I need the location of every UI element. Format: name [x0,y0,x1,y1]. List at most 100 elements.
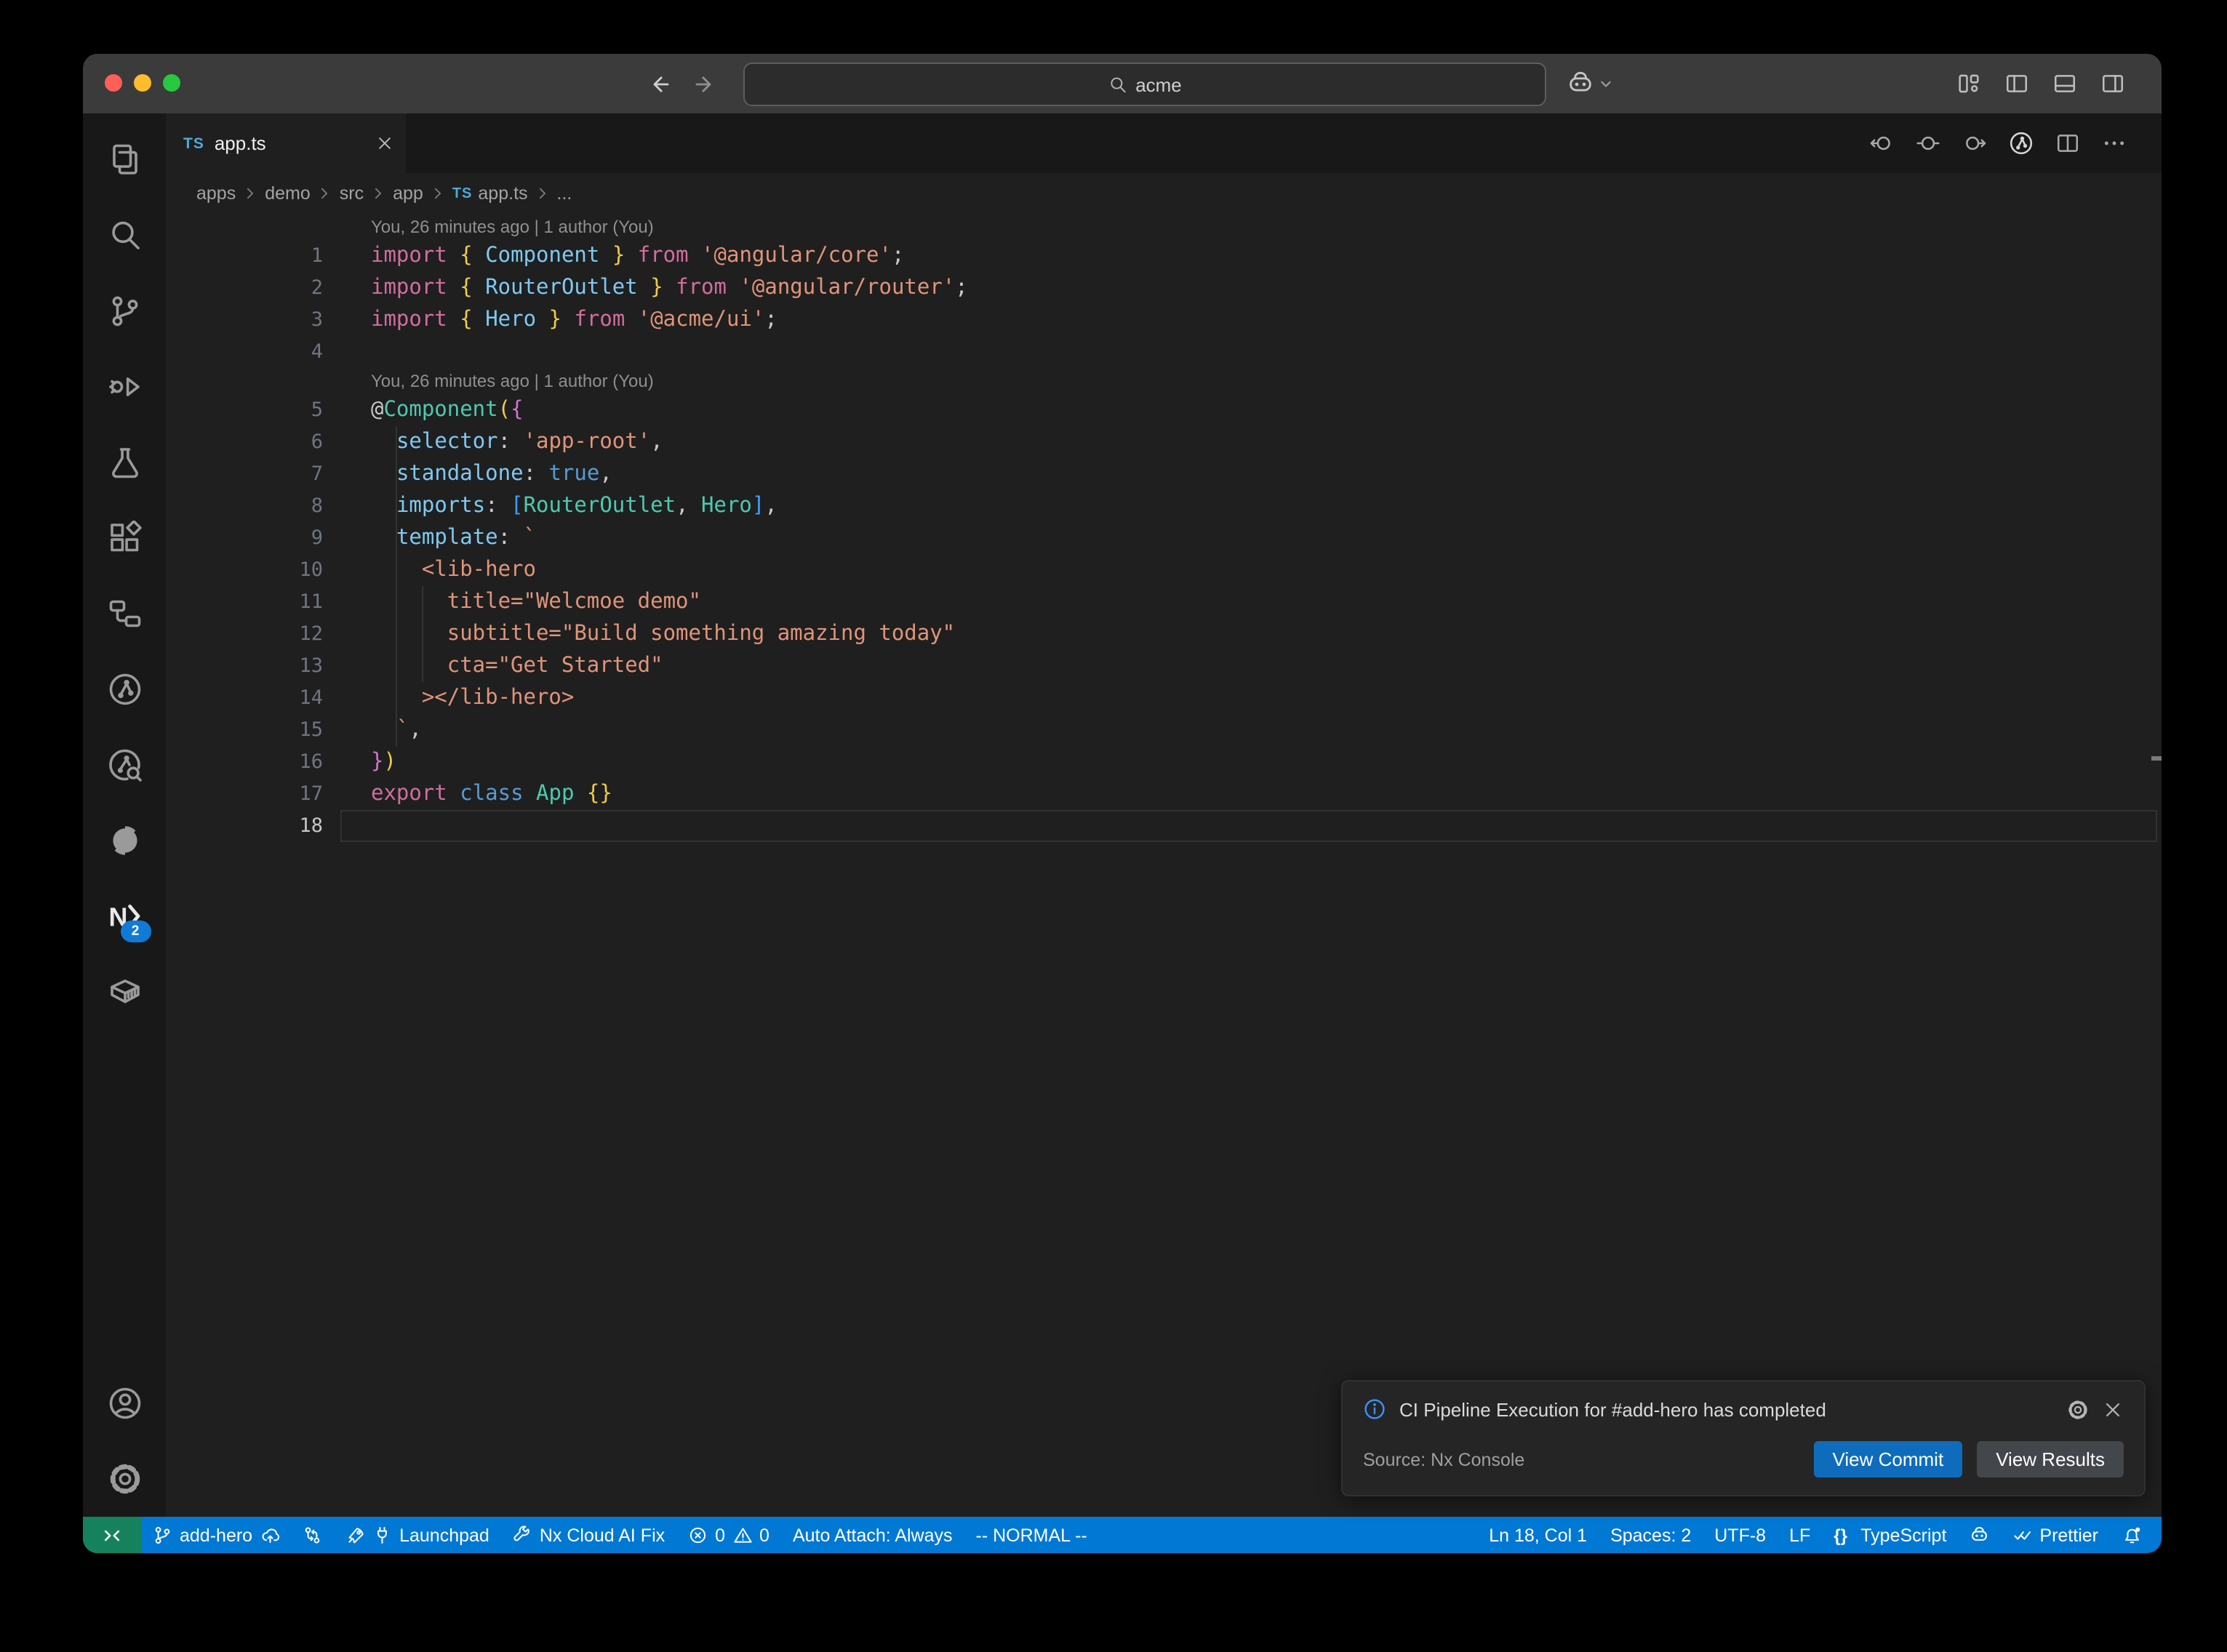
chevron-right-icon [535,186,550,201]
status-eol[interactable]: LF [1778,1517,1822,1553]
customize-layout-icon[interactable] [1956,71,1981,96]
toggle-panel-icon[interactable] [2052,71,2077,96]
code-line-1[interactable]: 1import { Component } from '@angular/cor… [166,240,2162,272]
activity-item-console-swirl[interactable] [89,803,159,878]
activity-item-testing[interactable] [89,425,159,500]
line-number: 11 [166,586,323,618]
activity-item-project-structure[interactable] [89,576,159,651]
code-line-11[interactable]: 11 title="Welcmoe demo" [166,586,2162,618]
run-debug-icon [107,369,142,404]
revert-change-icon[interactable] [1916,131,1940,156]
status-problems-label: 0 [759,1525,769,1545]
split-editor-icon[interactable] [2055,131,2080,156]
activity-item-source-control[interactable] [89,273,159,349]
status-indentation[interactable]: Spaces: 2 [1599,1517,1703,1553]
code-line-2[interactable]: 2import { RouterOutlet } from '@angular/… [166,272,2162,304]
next-change-icon[interactable] [1962,131,1987,156]
code-editor[interactable]: You, 26 minutes ago | 1 author (You)1imp… [166,214,2162,1517]
code-line-7[interactable]: 7 standalone: true, [166,458,2162,490]
activity-item-graph-search[interactable] [89,727,159,803]
status-nx-cloud-ai-fix[interactable]: Nx Cloud AI Fix [501,1517,676,1553]
notification-close-icon[interactable] [2102,1398,2124,1420]
view-commit-button[interactable]: View Commit [1814,1441,1963,1477]
breadcrumb-symbol-tail[interactable]: ... [557,183,572,204]
code-line-6[interactable]: 6 selector: 'app-root', [166,426,2162,458]
breadcrumb-demo[interactable]: demo [265,183,311,204]
back-arrow-icon[interactable] [647,72,671,95]
search-icon [107,218,142,253]
graph-search-icon [107,747,142,782]
activity-item-settings[interactable] [89,1441,159,1517]
activity-item-package-view[interactable] [89,954,159,1030]
more-actions-icon[interactable] [2102,131,2127,156]
activity-item-search[interactable] [89,198,159,273]
status-git-compare[interactable] [291,1517,334,1553]
code-line-9[interactable]: 9 template: ` [166,522,2162,554]
breadcrumb-apps[interactable]: apps [196,183,236,204]
code-line-4[interactable]: 4 [166,336,2162,368]
status-problems[interactable]: 00 [676,1517,781,1553]
toggle-primary-sidebar-icon[interactable] [2004,71,2029,96]
activity-item-run-debug[interactable] [89,349,159,425]
code-line-14[interactable]: 14 ></lib-hero> [166,682,2162,714]
remote-indicator[interactable] [83,1517,141,1553]
notification-settings-gear-icon[interactable] [2067,1398,2089,1420]
code-line-5[interactable]: 5@Component({ [166,394,2162,426]
status-formatter[interactable]: Prettier [2001,1517,2110,1553]
code-line-15[interactable]: 15 `, [166,714,2162,746]
copilot-menu[interactable] [1567,54,1613,113]
breadcrumb-src[interactable]: src [340,183,364,204]
extensions-icon [107,521,142,556]
activity-item-extensions[interactable] [89,500,159,576]
indent-guide [422,586,423,682]
activity-item-accounts[interactable] [89,1366,159,1441]
activity-bar: N2 [83,113,166,1517]
warning-icon [732,1525,752,1545]
zoom-window-button[interactable] [163,74,180,92]
code-line-17[interactable]: 17export class App {} [166,778,2162,810]
codelens-blame[interactable]: You, 26 minutes ago | 1 author (You) [166,214,2162,240]
status-copilot-status[interactable] [1958,1517,2001,1553]
status-encoding[interactable]: UTF-8 [1703,1517,1778,1553]
line-number: 1 [166,240,323,272]
tab-app-ts[interactable]: TS app.ts [166,113,406,173]
error-icon [688,1525,708,1545]
activity-item-nx-console[interactable]: N2 [89,878,159,954]
previous-change-icon[interactable] [1869,131,1894,156]
status-auto-attach[interactable]: Auto Attach: Always [781,1517,964,1553]
status-cursor-position[interactable]: Ln 18, Col 1 [1477,1517,1599,1553]
code-line-16[interactable]: 16}) [166,746,2162,778]
breadcrumb-file-label: app.ts [478,183,527,204]
breadcrumb-app[interactable]: app [393,183,423,204]
close-tab-icon[interactable] [375,134,394,153]
status-branch[interactable]: add-hero [141,1517,291,1553]
status-vim-mode[interactable]: -- NORMAL -- [964,1517,1099,1553]
activity-item-explorer[interactable] [89,122,159,198]
line-number: 17 [166,778,323,810]
status-language-mode[interactable]: {}TypeScript [1822,1517,1958,1553]
notification-toast: CI Pipeline Execution for #add-hero has … [1341,1380,2146,1496]
nx-project-graph-icon[interactable] [2009,131,2034,156]
code-text: cta="Get Started" [371,650,663,682]
breadcrumb-file[interactable]: TSapp.ts [452,183,528,204]
line-number: 5 [166,394,323,426]
line-number: 16 [166,746,323,778]
braces-icon: {} [1834,1525,1853,1545]
activity-item-nx-graph[interactable] [89,651,159,727]
toggle-secondary-sidebar-icon[interactable] [2100,71,2125,96]
view-results-button[interactable]: View Results [1977,1441,2124,1477]
codelens-blame[interactable]: You, 26 minutes ago | 1 author (You) [166,368,2162,394]
code-line-3[interactable]: 3import { Hero } from '@acme/ui'; [166,304,2162,336]
code-line-13[interactable]: 13 cta="Get Started" [166,650,2162,682]
code-line-12[interactable]: 12 subtitle="Build something amazing tod… [166,618,2162,650]
close-window-button[interactable] [105,74,122,92]
code-line-8[interactable]: 8 imports: [RouterOutlet, Hero], [166,490,2162,522]
minimize-window-button[interactable] [134,74,151,92]
status-eol-label: LF [1789,1525,1810,1545]
status-launchpad[interactable]: Launchpad [334,1517,501,1553]
command-center-search[interactable]: acme [743,63,1546,106]
forward-arrow-icon[interactable] [694,72,717,95]
code-line-10[interactable]: 10 <lib-hero [166,554,2162,586]
code-text: import { RouterOutlet } from '@angular/r… [371,272,968,304]
status-notifications-bell[interactable] [2110,1517,2153,1553]
